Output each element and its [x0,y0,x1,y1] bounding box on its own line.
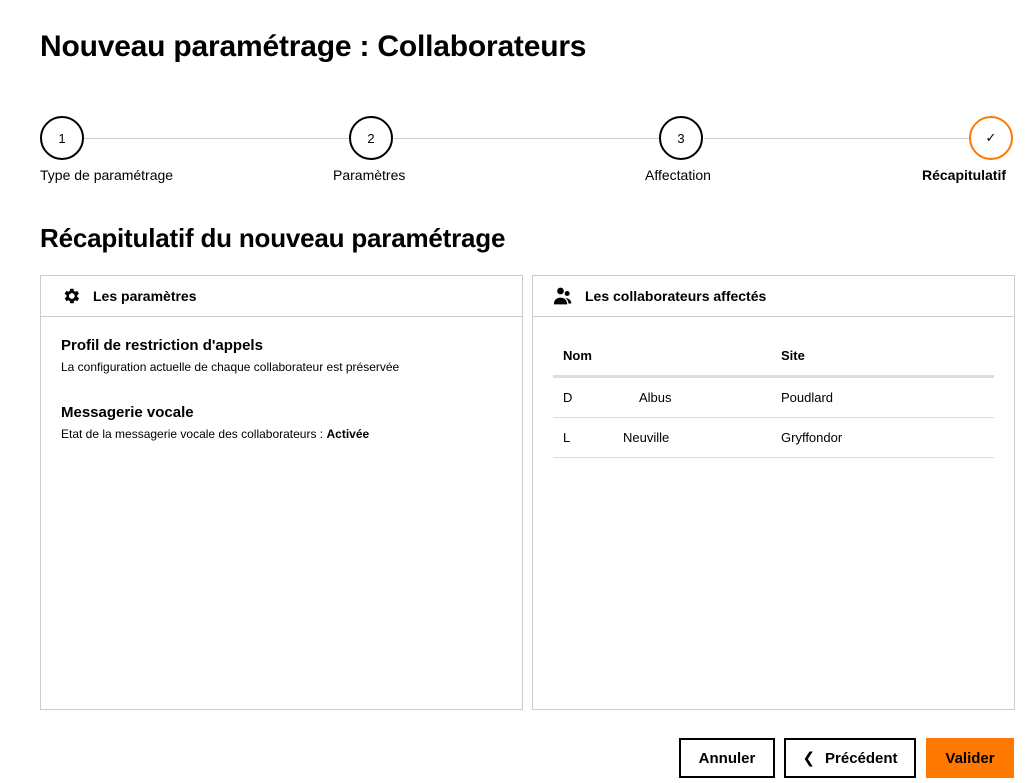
summary-title: Récapitulatif du nouveau paramétrage [40,223,506,253]
collaborators-panel: Les collaborateurs affectés Nom Site D A… [532,275,1015,710]
step-2-circle[interactable]: 2 [349,116,393,160]
param-value: Activée [326,427,370,441]
column-header-site[interactable]: Site [781,348,805,363]
previous-button[interactable]: ❮ Précédent [784,738,916,778]
collaborators-panel-header: Les collaborateurs affectés [533,276,1014,317]
cell-prenom: Albus [639,390,672,405]
cell-prenom: Neuville [623,430,670,445]
column-header-nom[interactable]: Nom [563,348,592,363]
cancel-button[interactable]: Annuler [679,738,775,778]
step-3-circle[interactable]: 3 [659,116,703,160]
page-title: Nouveau paramétrage : Collaborateurs [40,30,587,63]
param-description: Etat de la messagerie vocale des collabo… [61,427,370,441]
param-call-restriction: Profil de restriction d'appels La config… [61,337,399,374]
table-row: D Albus Poudlard [553,378,994,418]
table-header: Nom Site [553,336,994,378]
step-3-label: Affectation [645,167,711,183]
stepper-connector [394,138,659,139]
param-voicemail: Messagerie vocale Etat de la messagerie … [61,404,369,441]
step-4-circle: ✓ [969,116,1013,160]
validate-button[interactable]: Valider [926,738,1014,778]
gear-icon [64,288,80,304]
params-panel-title: Les paramètres [93,288,197,304]
cell-site: Gryffondor [781,430,843,445]
checkmark-icon: ✓ [985,130,997,145]
param-title: Profil de restriction d'appels [61,337,263,354]
stepper: 1 2 3 ✓ Type de paramétrage Paramètres A… [0,116,1034,186]
cell-nom: L [563,430,571,445]
step-2-label: Paramètres [333,167,406,183]
step-1-label: Type de paramétrage [40,167,174,183]
stepper-connector [84,138,349,139]
param-title: Messagerie vocale [61,404,194,421]
stepper-connector [704,138,969,139]
cell-nom: D [563,390,573,405]
users-icon [553,287,572,305]
param-description: La configuration actuelle de chaque coll… [61,360,400,374]
params-panel: Les paramètres Profil de restriction d'a… [40,275,523,710]
table-row: L Neuville Gryffondor [553,418,994,458]
chevron-left-icon: ❮ [802,750,816,767]
step-1-circle[interactable]: 1 [40,116,84,160]
cell-site: Poudlard [781,390,834,405]
collaborators-table: Nom Site D Albus Poudlard L Neuville Gry… [553,336,994,458]
params-panel-header: Les paramètres [41,276,522,317]
collaborators-panel-title: Les collaborateurs affectés [585,288,767,304]
step-4-label: Récapitulatif [922,167,1007,183]
